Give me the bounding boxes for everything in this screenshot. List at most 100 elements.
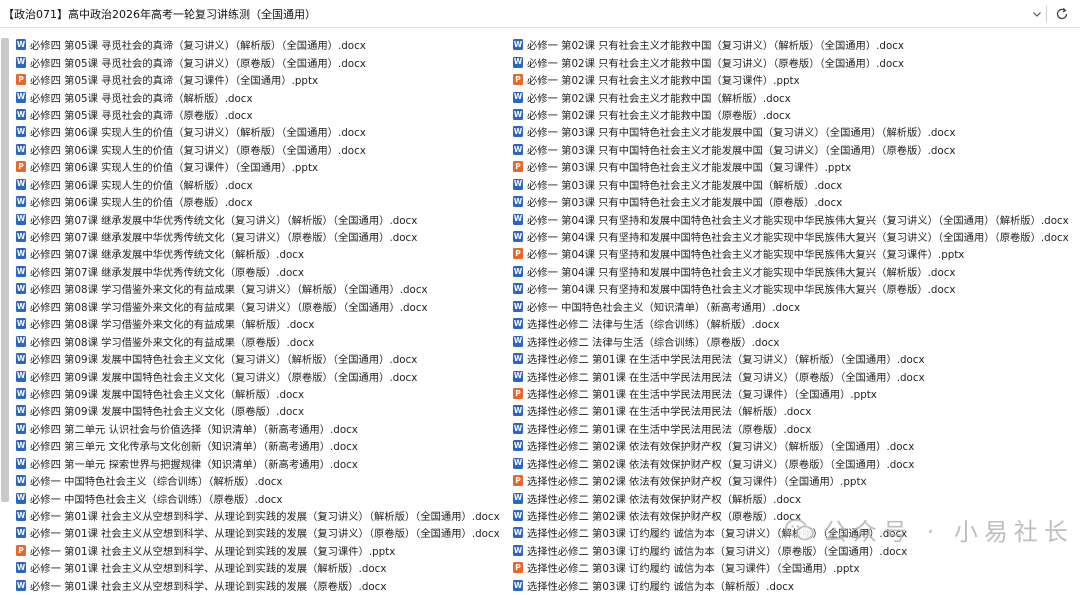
file-item[interactable]: W 选择性必修二 第01课 在生活中学民法用民法（复习讲义）（解析版）（全国通用）… (513, 350, 1075, 367)
file-name: 选择性必修二 第02课 依法有效保护财产权（复习课件）（全国通用）.pptx (527, 476, 867, 489)
file-item[interactable]: W 选择性必修二 第02课 依法有效保护财产权（复习讲义）（原卷版）（全国通用）.… (513, 455, 1075, 472)
file-item[interactable]: W 选择性必修二 第03课 订约履约 诚信为本（解析版）.docx (513, 577, 1075, 594)
file-item[interactable]: W 必修一 第03课 只有中国特色社会主义才能发展中国（复习讲义）（全国通用）（原… (513, 141, 1075, 158)
file-item[interactable]: W 必修四 第09课 发展中国特色社会主义文化（复习讲义）（解析版）（全国通用）.… (16, 350, 506, 367)
word-file-icon: W (513, 39, 523, 51)
file-item[interactable]: P 必修一 第03课 只有中国特色社会主义才能发展中国（复习课件）.pptx (513, 158, 1075, 175)
word-file-icon: W (513, 178, 523, 190)
file-item[interactable]: W 选择性必修二 第02课 依法有效保护财产权（解析版）.docx (513, 489, 1075, 506)
file-name: 必修一 第02课 只有社会主义才能救中国（原卷版）.docx (527, 109, 791, 122)
file-item[interactable]: W 选择性必修二 第03课 订约履约 诚信为本（复习讲义）（解析版）（全国通用）.… (513, 524, 1075, 541)
file-item[interactable]: P 必修一 第04课 只有坚持和发展中国特色社会主义才能实现中华民族伟大复兴（复习… (513, 245, 1075, 262)
file-item[interactable]: W 必修四 第05课 寻觅社会的真谛（复习讲义）（原卷版）（全国通用）.docx (16, 53, 506, 70)
file-item[interactable]: W 选择性必修二 第01课 在生活中学民法用民法（原卷版）.docx (513, 420, 1075, 437)
word-file-icon: W (16, 527, 26, 539)
word-file-icon: W (16, 579, 26, 591)
file-name: 必修四 第09课 发展中国特色社会主义文化（复习讲义）（解析版）（全国通用）.d… (30, 354, 418, 367)
file-name: 必修四 第07课 继承发展中华优秀传统文化（复习讲义）（原卷版）（全国通用）.d… (30, 232, 418, 245)
file-name: 必修四 第09课 发展中国特色社会主义文化（解析版）.docx (30, 388, 305, 401)
file-item[interactable]: P 必修一 第01课 社会主义从空想到科学、从理论到实践的发展（复习课件）.ppt… (16, 542, 506, 559)
file-item[interactable]: W 选择性必修二 第01课 在生活中学民法用民法（复习讲义）（原卷版）（全国通用）… (513, 367, 1075, 384)
file-item[interactable]: W 必修一 中国特色社会主义（综合训练）（原卷版）.docx (16, 489, 506, 506)
file-item[interactable]: W 必修四 第05课 寻觅社会的真谛（解析版）.docx (16, 88, 506, 105)
file-name: 必修一 第03课 只有中国特色社会主义才能发展中国（复习课件）.pptx (527, 162, 852, 175)
word-file-icon: W (513, 213, 523, 225)
word-file-icon: W (16, 370, 26, 382)
file-item[interactable]: W 选择性必修二 法律与生活（综合训练）（原卷版）.docx (513, 332, 1075, 349)
scrollbar[interactable] (1, 38, 9, 502)
file-item[interactable]: W 必修四 第06课 实现人生的价值（原卷版）.docx (16, 193, 506, 210)
file-item[interactable]: W 必修四 第07课 继承发展中华优秀传统文化（解析版）.docx (16, 245, 506, 262)
file-item[interactable]: W 必修一 第01课 社会主义从空想到科学、从理论到实践的发展（原卷版）.docx (16, 577, 506, 594)
word-file-icon: W (16, 405, 26, 417)
file-item[interactable]: W 必修四 第08课 学习借鉴外来文化的有益成果（解析版）.docx (16, 315, 506, 332)
file-item[interactable]: W 必修一 第01课 社会主义从空想到科学、从理论到实践的发展（复习讲义）（解析版… (16, 507, 506, 524)
file-item[interactable]: W 必修一 第04课 只有坚持和发展中国特色社会主义才能实现中华民族伟大复兴（复习… (513, 210, 1075, 227)
file-item[interactable]: W 选择性必修二 法律与生活（综合训练）（解析版）.docx (513, 315, 1075, 332)
file-item[interactable]: W 必修四 第06课 实现人生的价值（复习讲义）（解析版）（全国通用）.docx (16, 123, 506, 140)
file-item[interactable]: W 必修四 第07课 继承发展中华优秀传统文化（复习讲义）（原卷版）（全国通用）.… (16, 228, 506, 245)
file-item[interactable]: W 必修一 第03课 只有中国特色社会主义才能发展中国（复习讲义）（全国通用）（解… (513, 123, 1075, 140)
file-item[interactable]: W 必修一 第02课 只有社会主义才能救中国（原卷版）.docx (513, 106, 1075, 123)
file-name: 必修四 第二单元 认识社会与价值选择（知识清单）（新高考通用）.docx (30, 423, 358, 436)
file-item[interactable]: W 必修四 第07课 继承发展中华优秀传统文化（复习讲义）（解析版）（全国通用）.… (16, 210, 506, 227)
file-item[interactable]: W 必修四 第07课 继承发展中华优秀传统文化（原卷版）.docx (16, 263, 506, 280)
file-item[interactable]: P 必修一 第02课 只有社会主义才能救中国（复习课件）.pptx (513, 71, 1075, 88)
word-file-icon: W (16, 283, 26, 295)
file-item[interactable]: W 必修一 第03课 只有中国特色社会主义才能发展中国（解析版）.docx (513, 176, 1075, 193)
refresh-icon[interactable] (1052, 4, 1072, 24)
word-file-icon: W (513, 405, 523, 417)
word-file-icon: W (513, 300, 523, 312)
file-item[interactable]: W 选择性必修二 第01课 在生活中学民法用民法（解析版）.docx (513, 402, 1075, 419)
file-item[interactable]: W 必修四 第二单元 认识社会与价值选择（知识清单）（新高考通用）.docx (16, 420, 506, 437)
powerpoint-file-icon: P (513, 248, 523, 260)
file-item[interactable]: W 必修四 第06课 实现人生的价值（复习讲义）（原卷版）（全国通用）.docx (16, 141, 506, 158)
file-item[interactable]: W 必修四 第08课 学习借鉴外来文化的有益成果（原卷版）.docx (16, 332, 506, 349)
file-item[interactable]: P 选择性必修二 第02课 依法有效保护财产权（复习课件）（全国通用）.pptx (513, 472, 1075, 489)
file-item[interactable]: W 必修一 第01课 社会主义从空想到科学、从理论到实践的发展（复习讲义）（原卷版… (16, 524, 506, 541)
file-name: 必修四 第07课 继承发展中华优秀传统文化（解析版）.docx (30, 249, 305, 262)
file-item[interactable]: W 选择性必修二 第03课 订约履约 诚信为本（复习讲义）（原卷版）（全国通用）.… (513, 542, 1075, 559)
file-item[interactable]: W 必修四 第一单元 探索世界与把握规律（知识清单）（新高考通用）.docx (16, 455, 506, 472)
file-item[interactable]: W 必修一 第02课 只有社会主义才能救中国（复习讲义）（解析版）（全国通用）.d… (513, 36, 1075, 53)
file-item[interactable]: W 必修四 第06课 实现人生的价值（解析版）.docx (16, 176, 506, 193)
file-name: 必修一 第03课 只有中国特色社会主义才能发展中国（解析版）.docx (527, 179, 843, 192)
file-item[interactable]: W 必修一 第04课 只有坚持和发展中国特色社会主义才能实现中华民族伟大复兴（原卷… (513, 280, 1075, 297)
file-item[interactable]: W 必修一 第02课 只有社会主义才能救中国（复习讲义）（原卷版）（全国通用）.d… (513, 53, 1075, 70)
file-item[interactable]: P 选择性必修二 第01课 在生活中学民法用民法（复习课件）（全国通用）.pptx (513, 385, 1075, 402)
file-item[interactable]: W 必修四 第08课 学习借鉴外来文化的有益成果（复习讲义）（原卷版）（全国通用）… (16, 298, 506, 315)
file-item[interactable]: W 必修一 中国特色社会主义（综合训练）（解析版）.docx (16, 472, 506, 489)
chevron-down-icon[interactable] (1030, 5, 1044, 23)
file-item[interactable]: W 必修一 第04课 只有坚持和发展中国特色社会主义才能实现中华民族伟大复兴（解析… (513, 263, 1075, 280)
powerpoint-file-icon: P (513, 562, 523, 574)
file-name: 必修一 第04课 只有坚持和发展中国特色社会主义才能实现中华民族伟大复兴（解析版… (527, 266, 956, 279)
file-item[interactable]: W 必修一 第03课 只有中国特色社会主义才能发展中国（原卷版）.docx (513, 193, 1075, 210)
file-item[interactable]: W 必修四 第09课 发展中国特色社会主义文化（解析版）.docx (16, 385, 506, 402)
word-file-icon: W (513, 544, 523, 556)
file-item[interactable]: W 选择性必修二 第02课 依法有效保护财产权（原卷版）.docx (513, 507, 1075, 524)
file-item[interactable]: W 必修四 第08课 学习借鉴外来文化的有益成果（复习讲义）（解析版）（全国通用）… (16, 280, 506, 297)
word-file-icon: W (16, 562, 26, 574)
word-file-icon: W (16, 213, 26, 225)
scrollbar-thumb[interactable] (1, 38, 9, 502)
file-item[interactable]: W 必修一 第02课 只有社会主义才能救中国（解析版）.docx (513, 88, 1075, 105)
file-name: 必修四 第05课 寻觅社会的真谛（原卷版）.docx (30, 109, 253, 122)
address-path[interactable]: 【政治071】高中政治2026年高考一轮复习讲练测（全国通用） (3, 6, 316, 22)
word-file-icon: W (16, 510, 26, 522)
file-item[interactable]: W 必修四 第05课 寻觅社会的真谛（原卷版）.docx (16, 106, 506, 123)
file-item[interactable]: P 必修四 第06课 实现人生的价值（复习课件）（全国通用）.pptx (16, 158, 506, 175)
file-name: 必修一 中国特色社会主义（知识清单）（新高考通用）.docx (527, 301, 801, 314)
file-item[interactable]: W 必修四 第05课 寻觅社会的真谛（复习讲义）（解析版）（全国通用）.docx (16, 36, 506, 53)
file-name: 必修四 第09课 发展中国特色社会主义文化（原卷版）.docx (30, 406, 305, 419)
file-item[interactable]: W 必修四 第09课 发展中国特色社会主义文化（复习讲义）（原卷版）（全国通用）.… (16, 367, 506, 384)
file-item[interactable]: W 必修四 第09课 发展中国特色社会主义文化（原卷版）.docx (16, 402, 506, 419)
file-item[interactable]: W 选择性必修二 第02课 依法有效保护财产权（复习讲义）（解析版）（全国通用）.… (513, 437, 1075, 454)
file-item[interactable]: W 必修一 第01课 社会主义从空想到科学、从理论到实践的发展（解析版）.docx (16, 559, 506, 576)
word-file-icon: W (513, 527, 523, 539)
file-item[interactable]: W 必修一 第04课 只有坚持和发展中国特色社会主义才能实现中华民族伟大复兴（复习… (513, 228, 1075, 245)
file-name: 选择性必修二 第02课 依法有效保护财产权（原卷版）.docx (527, 511, 802, 524)
file-item[interactable]: P 必修四 第05课 寻觅社会的真谛（复习课件）（全国通用）.pptx (16, 71, 506, 88)
file-item[interactable]: W 必修一 中国特色社会主义（知识清单）（新高考通用）.docx (513, 298, 1075, 315)
file-item[interactable]: P 选择性必修二 第03课 订约履约 诚信为本（复习课件）（全国通用）.pptx (513, 559, 1075, 576)
file-item[interactable]: W 必修四 第三单元 文化传承与文化创新（知识清单）（新高考通用）.docx (16, 437, 506, 454)
